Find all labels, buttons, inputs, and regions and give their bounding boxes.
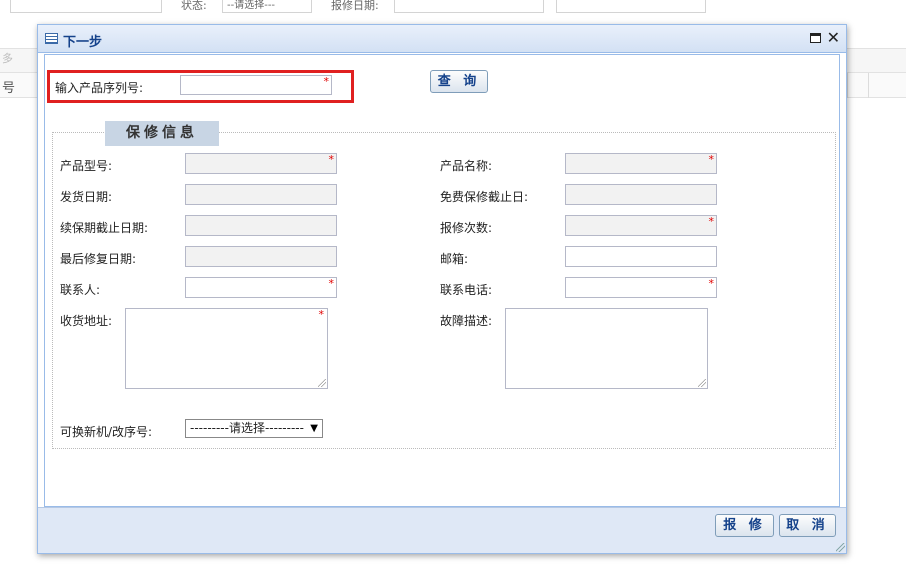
bg-status-select: --请选择--- <box>222 0 312 13</box>
contact-phone-label: 联系电话: <box>440 283 493 297</box>
query-button[interactable]: 查 询 <box>430 70 488 93</box>
report-repair-button[interactable]: 报 修 <box>715 514 774 537</box>
product-model-label: 产品型号: <box>60 159 113 173</box>
last-repair-date-label: 最后修复日期: <box>60 252 137 266</box>
close-icon[interactable]: ✕ <box>827 29 840 47</box>
warranty-info-section: 保修信息 产品型号: * 产品名称: * 发货日期: 免费保修截止日: 续保期截… <box>52 121 836 449</box>
repair-count-field: * <box>565 215 717 236</box>
ship-date-field <box>185 184 337 205</box>
maximize-icon[interactable] <box>810 33 821 43</box>
contact-phone-field[interactable]: * <box>565 277 717 298</box>
bg-status-label: 状态: <box>181 0 207 11</box>
next-step-dialog: 下一步 ✕ 输入产品序列号: * 查 询 保修信息 产品型号: * 产品名称: … <box>37 24 847 554</box>
replacement-serial-select[interactable]: ---------请选择--------- ▼ <box>185 419 323 438</box>
contact-field[interactable]: * <box>185 277 337 298</box>
extended-warranty-end-field <box>185 215 337 236</box>
cancel-button[interactable]: 取 消 <box>779 514 836 537</box>
dropdown-arrow-icon: ▼ <box>310 423 318 434</box>
fault-description-textarea[interactable] <box>505 308 708 389</box>
bg-grid-column-fragment: 号 <box>2 81 16 96</box>
resize-grip-icon[interactable] <box>318 379 326 387</box>
product-name-label: 产品名称: <box>440 159 493 173</box>
bg-filter-input <box>10 0 162 13</box>
select-value: ---------请选择--------- <box>190 421 304 435</box>
table-icon <box>45 33 58 44</box>
bg-repair-date-label: 报修日期: <box>331 0 379 11</box>
extended-warranty-end-label: 续保期截止日期: <box>60 221 149 235</box>
email-label: 邮箱: <box>440 252 469 266</box>
replacement-serial-label: 可换新机/改序号: <box>60 425 153 439</box>
bg-date-input-2 <box>556 0 706 13</box>
dialog-title: 下一步 <box>63 35 103 50</box>
free-warranty-end-field <box>565 184 717 205</box>
contact-label: 联系人: <box>60 283 101 297</box>
resize-grip-icon[interactable] <box>698 379 706 387</box>
last-repair-date-field <box>185 246 337 267</box>
required-mark: * <box>323 75 330 88</box>
bg-grid-header-fragment: 多 <box>2 52 13 65</box>
dialog-body: 输入产品序列号: * 查 询 保修信息 产品型号: * 产品名称: * 发货日期… <box>44 54 840 507</box>
repair-count-label: 报修次数: <box>440 221 493 235</box>
bg-date-input <box>394 0 544 13</box>
dialog-titlebar[interactable]: 下一步 ✕ <box>38 25 846 53</box>
background-filter-bar: 状态: --请选择--- 报修日期: <box>0 0 906 18</box>
fault-description-label: 故障描述: <box>440 314 493 328</box>
free-warranty-end-label: 免费保修截止日: <box>440 190 529 204</box>
shipping-address-label: 收货地址: <box>60 314 113 328</box>
product-name-field: * <box>565 153 717 174</box>
serial-label: 输入产品序列号: <box>55 81 144 95</box>
window-resize-grip-icon[interactable] <box>836 543 845 552</box>
serial-input[interactable]: * <box>180 75 332 95</box>
section-title: 保修信息 <box>105 121 219 146</box>
product-model-field: * <box>185 153 337 174</box>
email-field[interactable] <box>565 246 717 267</box>
dialog-footer: 报 修 取 消 <box>38 507 846 553</box>
shipping-address-textarea[interactable]: * <box>125 308 328 389</box>
ship-date-label: 发货日期: <box>60 190 113 204</box>
